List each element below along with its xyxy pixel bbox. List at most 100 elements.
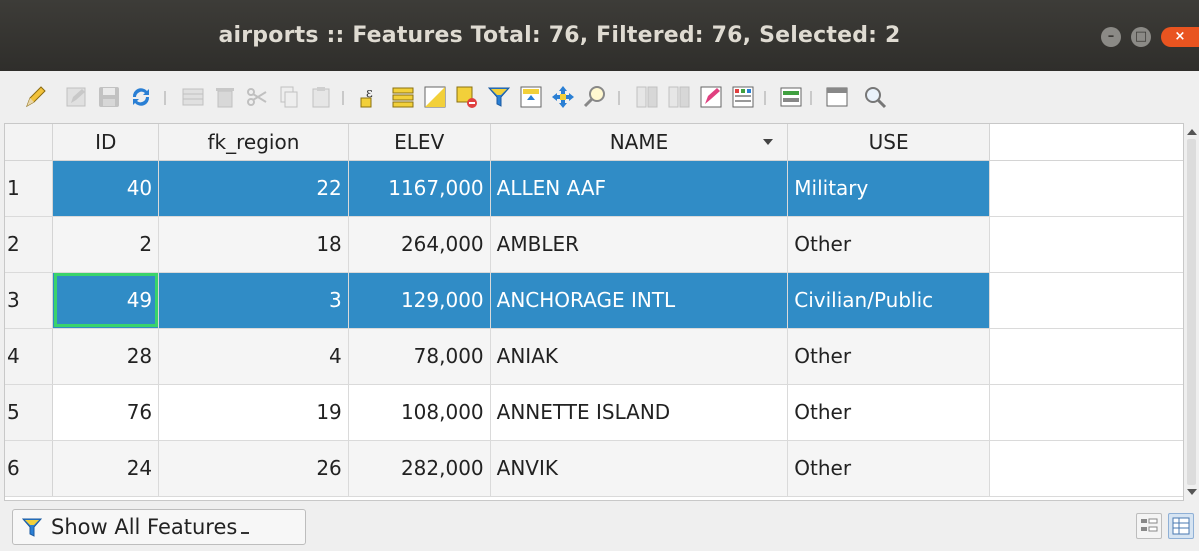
cell-use[interactable]: Civilian/Public: [787, 272, 991, 329]
form-view-button[interactable]: [1136, 513, 1162, 539]
table-corner[interactable]: [5, 124, 54, 161]
cell-elev[interactable]: 129,000: [348, 272, 491, 329]
table-row[interactable]: 5 76 19 108,000 ANNETTE ISLAND Other: [5, 384, 1183, 441]
cell-id[interactable]: 76: [52, 384, 160, 441]
scroll-up-icon[interactable]: [1187, 129, 1197, 135]
cell-elev[interactable]: 264,000: [348, 216, 491, 273]
cell-fk-region[interactable]: 22: [158, 160, 349, 217]
cell-use[interactable]: Other: [787, 384, 991, 441]
pan-to-selection-icon[interactable]: [550, 84, 576, 110]
cell-fk-region[interactable]: 26: [158, 440, 349, 497]
filter-select-icon[interactable]: [486, 84, 512, 110]
table-row[interactable]: 6 24 26 282,000 ANVIK Other: [5, 440, 1183, 497]
paste-icon[interactable]: [308, 84, 334, 110]
table-row[interactable]: 3 49 3 129,000 ANCHORAGE INTL Civilian/P…: [5, 272, 1183, 329]
cut-icon[interactable]: [244, 84, 270, 110]
cell-name[interactable]: ANIAK: [490, 328, 789, 385]
dropdown-indicator-icon: [241, 532, 250, 534]
cell-name[interactable]: ALLEN AAF: [490, 160, 789, 217]
deselect-all-icon[interactable]: [454, 84, 480, 110]
delete-feature-icon[interactable]: [212, 84, 238, 110]
window-title: airports :: Features Total: 76, Filtered…: [218, 23, 901, 48]
multi-edit-icon[interactable]: [64, 84, 90, 110]
cell-id[interactable]: 2: [52, 216, 160, 273]
delete-field-icon[interactable]: [666, 84, 692, 110]
cell-use[interactable]: Other: [787, 328, 991, 385]
table-row[interactable]: 4 28 4 78,000 ANIAK Other: [5, 328, 1183, 385]
table-view-icon: [1172, 517, 1190, 535]
row-filler: [989, 216, 1183, 273]
attribute-toolbar: ε: [0, 71, 1199, 123]
row-header[interactable]: 6: [5, 440, 54, 497]
cell-elev[interactable]: 282,000: [348, 440, 491, 497]
cell-id[interactable]: 28: [52, 328, 160, 385]
close-button[interactable]: ×: [1161, 27, 1199, 47]
cell-elev[interactable]: 78,000: [348, 328, 491, 385]
cell-fk-region[interactable]: 19: [158, 384, 349, 441]
scroll-down-icon[interactable]: [1187, 489, 1197, 495]
scrollbar-thumb[interactable]: [1187, 139, 1196, 485]
cell-use[interactable]: Other: [787, 216, 991, 273]
cell-fk-region[interactable]: 4: [158, 328, 349, 385]
zoom-to-selection-icon[interactable]: [582, 84, 608, 110]
copy-icon[interactable]: [276, 84, 302, 110]
zoom-map-icon[interactable]: [862, 84, 888, 110]
row-header[interactable]: 2: [5, 216, 54, 273]
row-filler: [989, 328, 1183, 385]
new-field-icon[interactable]: [634, 84, 660, 110]
attribute-table: ID fk_region ELEV NAME USE 1 40 22 1167,…: [4, 123, 1184, 501]
cell-use[interactable]: Military: [787, 160, 991, 217]
move-selection-to-top-icon[interactable]: [518, 84, 544, 110]
filter-icon: [21, 518, 43, 537]
column-header-elev[interactable]: ELEV: [348, 124, 491, 161]
row-filler: [989, 440, 1183, 497]
cell-name[interactable]: ANCHORAGE INTL: [490, 272, 789, 329]
cell-name[interactable]: AMBLER: [490, 216, 789, 273]
row-header[interactable]: 4: [5, 328, 54, 385]
invert-selection-icon[interactable]: [422, 84, 448, 110]
row-header[interactable]: 1: [5, 160, 54, 217]
toggle-editing-icon[interactable]: [22, 84, 48, 110]
reload-icon[interactable]: [128, 84, 154, 110]
row-filler: [989, 384, 1183, 441]
vertical-scrollbar[interactable]: [1184, 123, 1199, 501]
field-calculator-icon[interactable]: [698, 84, 724, 110]
add-feature-icon[interactable]: [180, 84, 206, 110]
select-by-expression-icon[interactable]: ε: [358, 84, 384, 110]
column-header-name-label: NAME: [609, 129, 669, 154]
column-header-fk-region[interactable]: fk_region: [158, 124, 349, 161]
conditional-formatting-icon[interactable]: [730, 84, 756, 110]
cell-name[interactable]: ANVIK: [490, 440, 789, 497]
row-header[interactable]: 3: [5, 272, 54, 329]
svg-text:ε: ε: [366, 86, 373, 101]
row-header[interactable]: 5: [5, 384, 54, 441]
window-titlebar: airports :: Features Total: 76, Filtered…: [0, 0, 1199, 71]
select-all-icon[interactable]: [390, 84, 416, 110]
feature-filter-button[interactable]: Show All Features: [12, 509, 306, 545]
maximize-button[interactable]: □: [1131, 27, 1151, 47]
column-header-id[interactable]: ID: [52, 124, 160, 161]
cell-use[interactable]: Other: [787, 440, 991, 497]
dock-icon[interactable]: [824, 84, 850, 110]
cell-fk-region[interactable]: 3: [158, 272, 349, 329]
column-header-use[interactable]: USE: [787, 124, 991, 161]
header-filler: [989, 124, 1183, 161]
cell-id[interactable]: 40: [52, 160, 160, 217]
cell-elev[interactable]: 108,000: [348, 384, 491, 441]
bottom-bar: Show All Features: [0, 501, 1199, 551]
table-view-button[interactable]: [1168, 513, 1194, 539]
cell-id-current[interactable]: 49: [52, 272, 160, 329]
column-header-name[interactable]: NAME: [490, 124, 789, 161]
row-filler: [989, 272, 1183, 329]
cell-elev[interactable]: 1167,000: [348, 160, 491, 217]
form-view-icon: [1141, 518, 1158, 532]
cell-fk-region[interactable]: 18: [158, 216, 349, 273]
cell-id[interactable]: 24: [52, 440, 160, 497]
actions-icon[interactable]: [778, 84, 804, 110]
cell-name[interactable]: ANNETTE ISLAND: [490, 384, 789, 441]
feature-filter-label: Show All Features: [51, 515, 238, 539]
table-row[interactable]: 1 40 22 1167,000 ALLEN AAF Military: [5, 160, 1183, 217]
minimize-button[interactable]: –: [1101, 27, 1121, 47]
save-edits-icon[interactable]: [96, 84, 122, 110]
table-row[interactable]: 2 2 18 264,000 AMBLER Other: [5, 216, 1183, 273]
